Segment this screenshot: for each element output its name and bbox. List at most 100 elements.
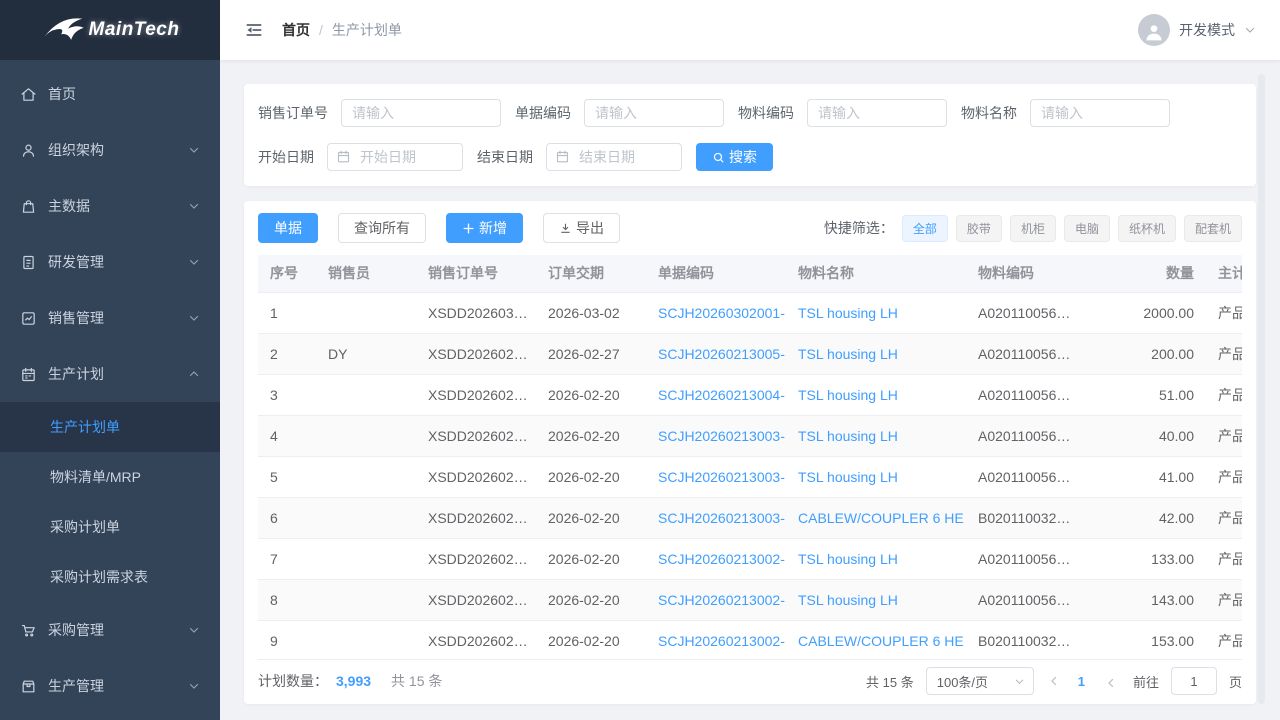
- plan-total-count: 共 15 条: [391, 671, 442, 691]
- submenu-item-label: 采购计划单: [50, 517, 120, 537]
- sidebar-item-home[interactable]: 首页: [0, 66, 220, 122]
- user-menu[interactable]: 开发模式: [1138, 14, 1256, 46]
- material-name-link[interactable]: TSL housing LH: [798, 592, 898, 608]
- menu-fold-icon[interactable]: [244, 20, 264, 40]
- page-number-1[interactable]: 1: [1074, 674, 1089, 689]
- package-icon: [20, 678, 37, 695]
- cell-material-name: TSL housing LH: [786, 415, 966, 456]
- cell-material-code: A020110056…: [966, 579, 1086, 620]
- doc-code-link[interactable]: SCJH20260213003-: [658, 428, 785, 444]
- plus-icon: [462, 222, 475, 235]
- submenu-item-production-plan-list[interactable]: 生产计划单: [0, 402, 220, 452]
- submenu-item-purchase-demand[interactable]: 采购计划需求表: [0, 552, 220, 602]
- sidebar-item-rnd[interactable]: 研发管理: [0, 234, 220, 290]
- sidebar-item-sales[interactable]: 销售管理: [0, 290, 220, 346]
- page-unit-label: 页: [1229, 672, 1242, 691]
- filter-label: 单据编码: [515, 103, 571, 123]
- cell-qty: 42.00: [1086, 497, 1206, 538]
- cell-material-code: A020110056…: [966, 374, 1086, 415]
- cell-material-name: CABLEW/COUPLER 6 HE: [786, 497, 966, 538]
- chip-paper-cup-machine[interactable]: 纸杯机: [1118, 215, 1176, 242]
- cell-no: 7: [258, 538, 316, 579]
- doc-code-input[interactable]: [584, 99, 724, 127]
- doc-code-link[interactable]: SCJH20260302001-: [658, 305, 785, 321]
- submenu-item-bom-mrp[interactable]: 物料清单/MRP: [0, 452, 220, 502]
- sidebar-item-label: 生产计划: [48, 364, 104, 384]
- add-button[interactable]: 新增: [446, 213, 523, 243]
- sidebar-item-production-plan[interactable]: 生产计划: [0, 346, 220, 402]
- chip-cabinet[interactable]: 机柜: [1010, 215, 1056, 242]
- filter-label: 销售订单号: [258, 103, 328, 123]
- page-size-select[interactable]: 100条/页: [926, 667, 1034, 695]
- submenu-item-purchase-plan[interactable]: 采购计划单: [0, 502, 220, 552]
- doc-button[interactable]: 单据: [258, 213, 318, 243]
- sidebar-item-label: 销售管理: [48, 308, 104, 328]
- search-button[interactable]: 搜索: [696, 143, 773, 171]
- material-name-link[interactable]: TSL housing LH: [798, 387, 898, 403]
- plan-qty-value: 3,993: [336, 673, 371, 689]
- chip-computer[interactable]: 电脑: [1064, 215, 1110, 242]
- cell-sales-order: XSDD202603…: [416, 292, 536, 333]
- query-all-button[interactable]: 查询所有: [338, 213, 426, 243]
- prev-page-button[interactable]: [1046, 675, 1062, 687]
- export-button[interactable]: 导出: [543, 213, 620, 243]
- doc-code-link[interactable]: SCJH20260213004-: [658, 387, 785, 403]
- doc-code-link[interactable]: SCJH20260213003-: [658, 469, 785, 485]
- cell-no: 5: [258, 456, 316, 497]
- material-name-link[interactable]: TSL housing LH: [798, 469, 898, 485]
- material-name-link[interactable]: TSL housing LH: [798, 551, 898, 567]
- sidebar-item-production-mgmt[interactable]: 生产管理: [0, 658, 220, 714]
- cell-unit: 产品: [1206, 456, 1242, 497]
- material-code-input[interactable]: [807, 99, 947, 127]
- cell-delivery-date: 2026-02-20: [536, 415, 646, 456]
- cell-sales-order: XSDD202602…: [416, 456, 536, 497]
- chip-kit-machine[interactable]: 配套机: [1184, 215, 1242, 242]
- doc-code-link[interactable]: SCJH20260213005-: [658, 346, 785, 362]
- submenu-item-label: 物料清单/MRP: [50, 467, 141, 487]
- table-row: 1XSDD202603…2026-03-02SCJH20260302001-TS…: [258, 292, 1242, 333]
- material-name-link[interactable]: CABLEW/COUPLER 6 HE: [798, 633, 964, 649]
- table-row: 4XSDD202602…2026-02-20SCJH20260213003-TS…: [258, 415, 1242, 456]
- doc-code-link[interactable]: SCJH20260213002-: [658, 633, 785, 649]
- cell-unit: 产品: [1206, 374, 1242, 415]
- doc-code-link[interactable]: SCJH20260213002-: [658, 551, 785, 567]
- toolbar: 单据 查询所有 新增 导出 快捷筛选： 全部 胶带 机柜 电脑 纸杯机: [258, 213, 1242, 243]
- quick-filter-label: 快捷筛选：: [824, 218, 894, 238]
- sidebar-item-label: 主数据: [48, 196, 90, 216]
- download-icon: [559, 222, 572, 235]
- breadcrumb-home[interactable]: 首页: [282, 20, 310, 40]
- sidebar-item-master-data[interactable]: 主数据: [0, 178, 220, 234]
- cell-material-code: A020110056…: [966, 456, 1086, 497]
- material-name-link[interactable]: CABLEW/COUPLER 6 HE: [798, 510, 964, 526]
- cell-salesperson: [316, 579, 416, 620]
- doc-code-link[interactable]: SCJH20260213002-: [658, 592, 785, 608]
- material-name-link[interactable]: TSL housing LH: [798, 305, 898, 321]
- sidebar-item-purchasing[interactable]: 采购管理: [0, 602, 220, 658]
- doc-code-link[interactable]: SCJH20260213003-: [658, 510, 785, 526]
- calendar-icon: [336, 149, 351, 164]
- material-name-input[interactable]: [1030, 99, 1170, 127]
- chip-tape[interactable]: 胶带: [956, 215, 1002, 242]
- cell-sales-order: XSDD202602…: [416, 333, 536, 374]
- cell-delivery-date: 2026-02-20: [536, 497, 646, 538]
- next-page-button[interactable]: [1101, 675, 1117, 687]
- page-scrollbar[interactable]: [1258, 74, 1265, 704]
- goto-page-input[interactable]: [1171, 667, 1217, 695]
- table-row: 9XSDD202602…2026-02-20SCJH20260213002-CA…: [258, 620, 1242, 659]
- sidebar-item-org[interactable]: 组织架构: [0, 122, 220, 178]
- cell-material-name: TSL housing LH: [786, 374, 966, 415]
- cell-doc-code: SCJH20260213003-: [646, 497, 786, 538]
- search-icon: [712, 151, 725, 164]
- material-name-link[interactable]: TSL housing LH: [798, 428, 898, 444]
- chip-all[interactable]: 全部: [902, 215, 948, 242]
- table-footer: 计划数量： 3,993 共 15 条 共 15 条 100条/页 1 前往: [258, 659, 1242, 702]
- col-material-name: 物料名称: [786, 255, 966, 292]
- cell-qty: 2000.00: [1086, 292, 1206, 333]
- plan-quantity-summary: 计划数量： 3,993 共 15 条: [258, 671, 442, 691]
- plan-table-scroll-area[interactable]: 序号 销售员 销售订单号 订单交期 单据编码 物料名称 物料编码 数量 主计 1…: [258, 255, 1242, 659]
- material-name-link[interactable]: TSL housing LH: [798, 346, 898, 362]
- table-row: 2DYXSDD202602…2026-02-27SCJH20260213005-…: [258, 333, 1242, 374]
- cell-sales-order: XSDD202602…: [416, 374, 536, 415]
- sales-order-input[interactable]: [341, 99, 501, 127]
- cell-delivery-date: 2026-02-20: [536, 579, 646, 620]
